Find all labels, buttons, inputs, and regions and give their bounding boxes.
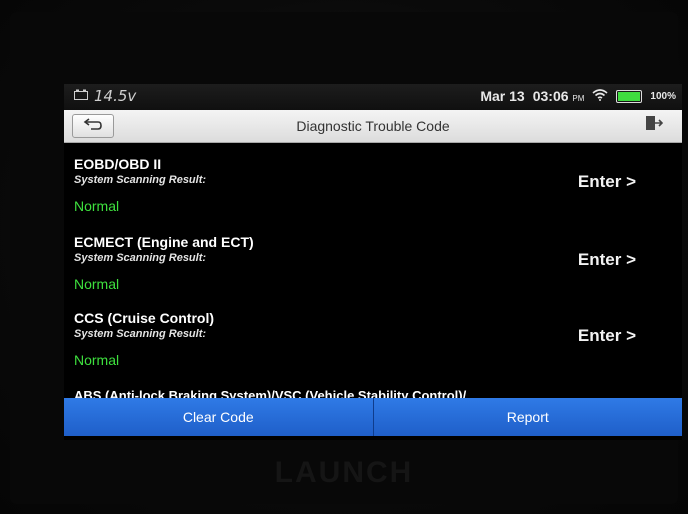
status-time: 03:06 <box>532 88 569 104</box>
scan-status: Normal <box>74 276 120 292</box>
action-bar: Clear Code Report <box>64 398 682 436</box>
enter-button[interactable]: Enter > <box>578 326 636 346</box>
scan-status: Normal <box>74 198 120 214</box>
exit-button[interactable] <box>634 114 674 136</box>
scan-result-label: System Scanning Result: <box>74 174 207 186</box>
scan-status: Normal <box>74 352 120 368</box>
wifi-icon <box>592 88 608 104</box>
page-title: Diagnostic Trouble Code <box>296 118 450 134</box>
system-name: CCS (Cruise Control) <box>74 310 214 326</box>
exit-icon <box>645 115 664 136</box>
status-right: Mar 13 03:06 PM 100% <box>480 88 676 104</box>
status-bar: 14.5v Mar 13 03:06 PM 100% <box>64 84 682 110</box>
voltage-readout: 14.5v <box>94 87 137 105</box>
status-ampm: PM <box>572 94 585 103</box>
system-list: EOBD/OBD II System Scanning Result: Norm… <box>64 142 682 400</box>
system-row-eobd[interactable]: EOBD/OBD II System Scanning Result: Norm… <box>64 142 682 218</box>
enter-button[interactable]: Enter > <box>578 172 636 192</box>
status-date: Mar 13 <box>480 88 525 104</box>
status-left: 14.5v <box>74 87 136 105</box>
clear-code-button[interactable]: Clear Code <box>64 398 373 436</box>
status-time-group: 03:06 PM <box>533 88 585 104</box>
system-name: ECMECT (Engine and ECT) <box>74 234 254 250</box>
battery-percent: 100% <box>650 90 676 102</box>
enter-button[interactable]: Enter > <box>578 250 636 270</box>
battery-icon <box>616 89 643 103</box>
scan-result-label: System Scanning Result: <box>74 328 207 340</box>
report-button[interactable]: Report <box>372 398 683 436</box>
device-brand-logo: LAUNCH <box>274 456 414 489</box>
battery-voltage-icon <box>74 87 88 105</box>
device-screen: 14.5v Mar 13 03:06 PM 100% Diagnostic Tr… <box>64 84 682 440</box>
system-name: EOBD/OBD II <box>74 156 162 172</box>
system-row-ccs[interactable]: CCS (Cruise Control) System Scanning Res… <box>64 296 682 372</box>
system-row-ecmect[interactable]: ECMECT (Engine and ECT) System Scanning … <box>64 220 682 296</box>
scan-result-label: System Scanning Result: <box>74 252 207 264</box>
battery-fill <box>618 91 641 101</box>
title-bar: Diagnostic Trouble Code <box>64 110 682 143</box>
